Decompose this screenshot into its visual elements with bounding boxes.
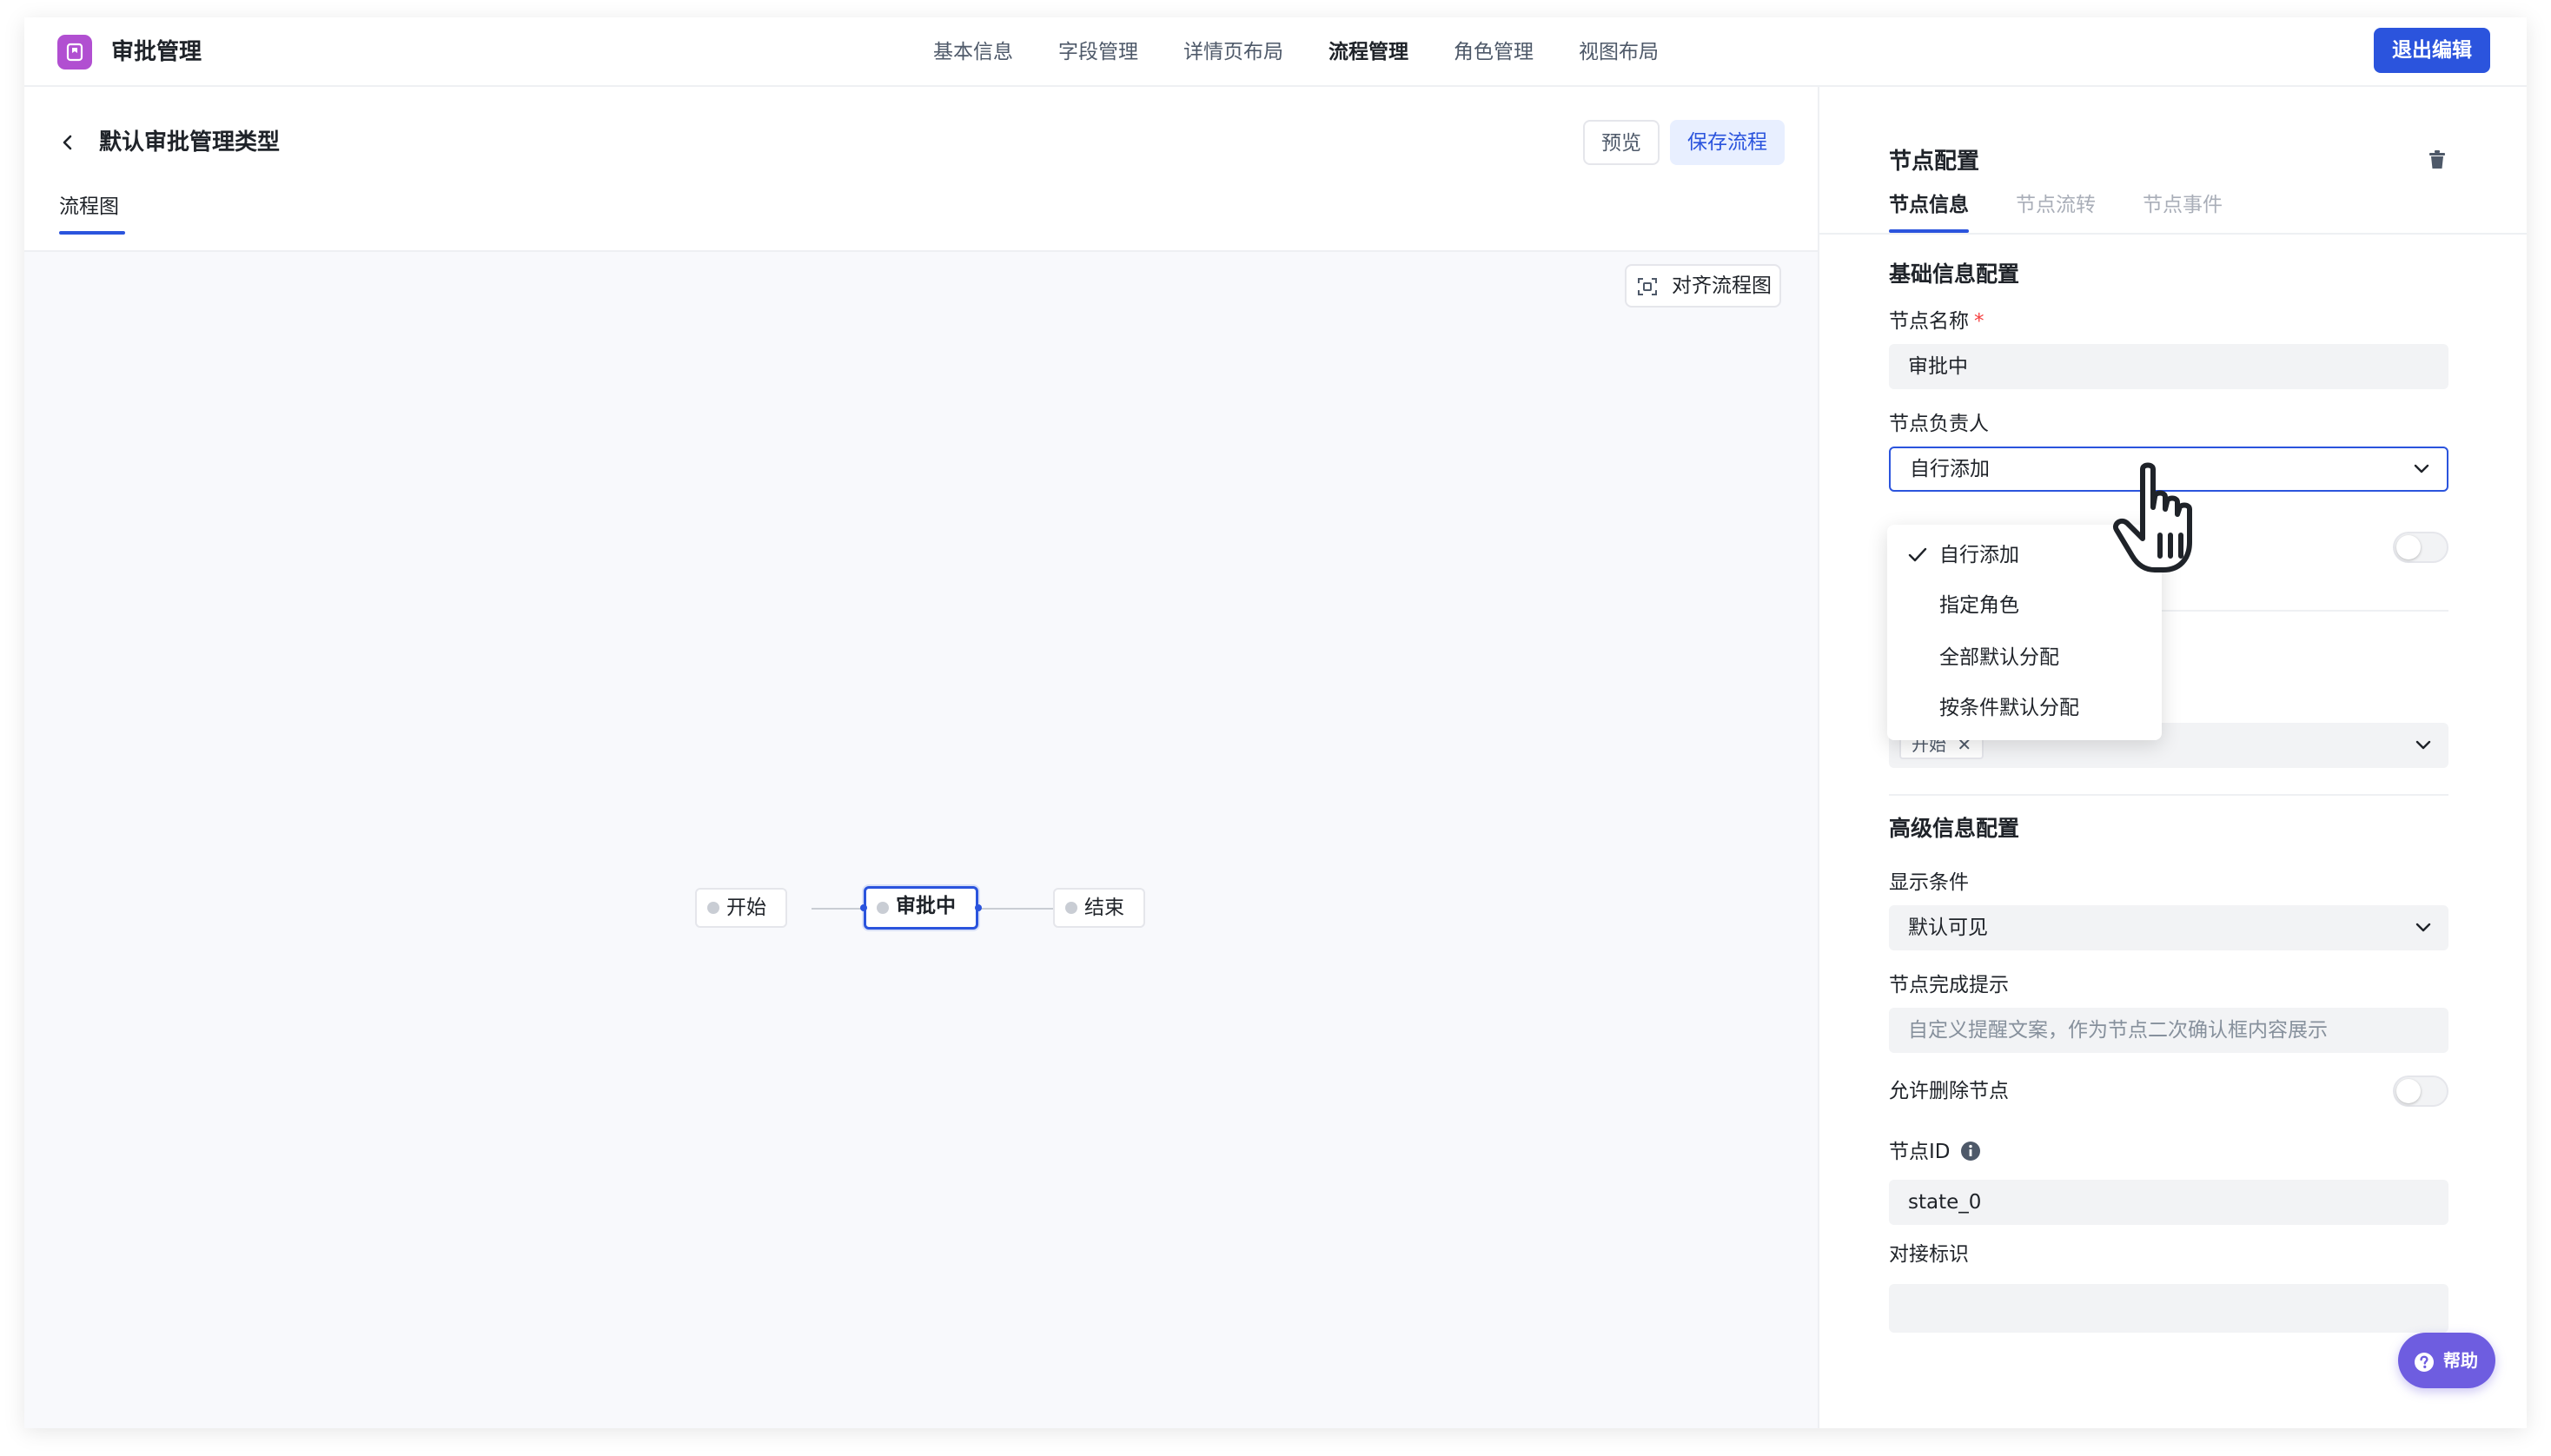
tab-node-transition[interactable]: 节点流转 [2016, 188, 2096, 222]
section-title-advanced: 高级信息配置 [1889, 816, 2020, 841]
display-condition-value: 默认可见 [1908, 917, 1988, 939]
nav-field-management[interactable]: 字段管理 [1036, 35, 1161, 69]
node-id-value: state_0 [1908, 1191, 1982, 1214]
check-icon [1908, 547, 1927, 562]
app-logo [57, 35, 92, 69]
flow-node-end[interactable]: 结束 [1053, 888, 1145, 928]
option-label: 按条件默认分配 [1939, 697, 2079, 719]
required-mark: * [1974, 310, 1984, 333]
panel-title: 节点配置 [1889, 149, 1980, 175]
connect-handle-right[interactable] [975, 904, 982, 911]
tab-active-indicator [59, 231, 125, 235]
completion-hint-placeholder: 自定义提醒文案，作为节点二次确认框内容展示 [1908, 1019, 2328, 1042]
info-icon[interactable] [1960, 1141, 1981, 1161]
tab-node-info[interactable]: 节点信息 [1889, 188, 1969, 222]
node-name-input[interactable]: 审批中 [1889, 344, 2448, 389]
top-nav: 基本信息 字段管理 详情页布局 流程管理 角色管理 视图布局 [911, 35, 1681, 69]
node-status-dot [707, 902, 719, 914]
node-name-label: 节点名称 * [1889, 306, 1984, 337]
node-label: 结束 [1084, 897, 1124, 919]
option-label: 自行添加 [1939, 544, 2019, 566]
page-title: 默认审批管理类型 [99, 129, 281, 156]
integration-id-label: 对接标识 [1889, 1243, 1969, 1266]
allow-delete-toggle[interactable] [2393, 1075, 2448, 1107]
nav-process-management[interactable]: 流程管理 [1306, 35, 1431, 69]
help-label: 帮助 [2443, 1350, 2478, 1371]
chevron-left-icon[interactable] [59, 134, 76, 151]
completion-hint-label: 节点完成提示 [1889, 974, 2009, 996]
node-owner-label: 节点负责人 [1889, 413, 1989, 435]
tab-flow-chart[interactable]: 流程图 [59, 189, 119, 224]
toggle-knob [2396, 535, 2421, 559]
node-label: 审批中 [896, 895, 956, 917]
app-window: 审批管理 基本信息 字段管理 详情页布局 流程管理 角色管理 视图布局 退出编辑… [24, 17, 2527, 1428]
option-label: 指定角色 [1939, 594, 2019, 617]
integration-id-input[interactable] [1889, 1284, 2448, 1333]
flow-node-approving[interactable]: 审批中 [864, 886, 978, 930]
node-status-dot [877, 902, 889, 914]
allow-delete-label: 允许删除节点 [1889, 1080, 2009, 1102]
node-id-input[interactable]: state_0 [1889, 1180, 2448, 1225]
question-icon [2415, 1353, 2434, 1372]
display-condition-label: 显示条件 [1889, 871, 1969, 894]
help-button[interactable]: 帮助 [2398, 1333, 2495, 1388]
dropdown-option[interactable]: 按条件默认分配 [1887, 683, 2162, 733]
display-condition-select[interactable]: 默认可见 [1889, 905, 2448, 950]
app-title: 审批管理 [111, 39, 202, 65]
hidden-option-toggle[interactable] [2393, 532, 2448, 563]
chevron-down-icon [2414, 464, 2429, 473]
node-status-dot [1065, 902, 1077, 914]
completion-hint-input[interactable]: 自定义提醒文案，作为节点二次确认框内容展示 [1889, 1008, 2448, 1053]
bookmark-icon [66, 43, 83, 62]
align-flow-label: 对齐流程图 [1672, 275, 1772, 297]
node-name-value: 审批中 [1908, 355, 1968, 378]
flow-node-start[interactable]: 开始 [695, 888, 787, 928]
save-flow-button[interactable]: 保存流程 [1670, 120, 1785, 165]
top-bar: 审批管理 基本信息 字段管理 详情页布局 流程管理 角色管理 视图布局 退出编辑 [24, 17, 2527, 87]
dropdown-option[interactable]: 全部默认分配 [1887, 632, 2162, 683]
exit-edit-button[interactable]: 退出编辑 [2374, 28, 2490, 73]
nav-view-layout[interactable]: 视图布局 [1556, 35, 1681, 69]
chevron-down-icon [2415, 740, 2431, 750]
node-name-label-text: 节点名称 [1889, 310, 1969, 333]
node-id-label: 节点ID [1889, 1136, 1981, 1168]
nav-detail-layout[interactable]: 详情页布局 [1161, 35, 1306, 69]
preview-button[interactable]: 预览 [1583, 120, 1660, 165]
connect-handle-left[interactable] [860, 904, 867, 911]
align-flow-button[interactable]: 对齐流程图 [1625, 264, 1781, 308]
section-title-basic: 基础信息配置 [1889, 261, 2020, 287]
trash-icon[interactable] [2428, 149, 2447, 170]
node-config-panel: 节点配置 节点信息 节点流转 节点事件 基础信息配置 节点名称 * 审批中 节点负… [1819, 87, 2527, 1428]
node-id-label-text: 节点ID [1889, 1141, 1951, 1163]
divider [1819, 233, 2527, 235]
nav-basic-info[interactable]: 基本信息 [911, 35, 1036, 69]
hand-pointer-icon [2113, 462, 2192, 572]
divider [1889, 794, 2448, 796]
toggle-knob [2396, 1079, 2421, 1103]
flow-canvas[interactable]: 对齐流程图 开始 审批中 结束 [24, 250, 1818, 1428]
node-owner-value: 自行添加 [1910, 458, 1990, 480]
tab-node-events[interactable]: 节点事件 [2143, 188, 2223, 222]
dropdown-option[interactable]: 指定角色 [1887, 580, 2162, 631]
chevron-down-icon [2415, 923, 2431, 932]
node-label: 开始 [726, 897, 766, 919]
flow-editor-panel: 默认审批管理类型 预览 保存流程 流程图 对齐流程图 开始 审批中 结束 [24, 87, 1819, 1428]
option-label: 全部默认分配 [1939, 646, 2059, 669]
focus-frame-icon [1638, 278, 1657, 295]
nav-role-management[interactable]: 角色管理 [1431, 35, 1556, 69]
